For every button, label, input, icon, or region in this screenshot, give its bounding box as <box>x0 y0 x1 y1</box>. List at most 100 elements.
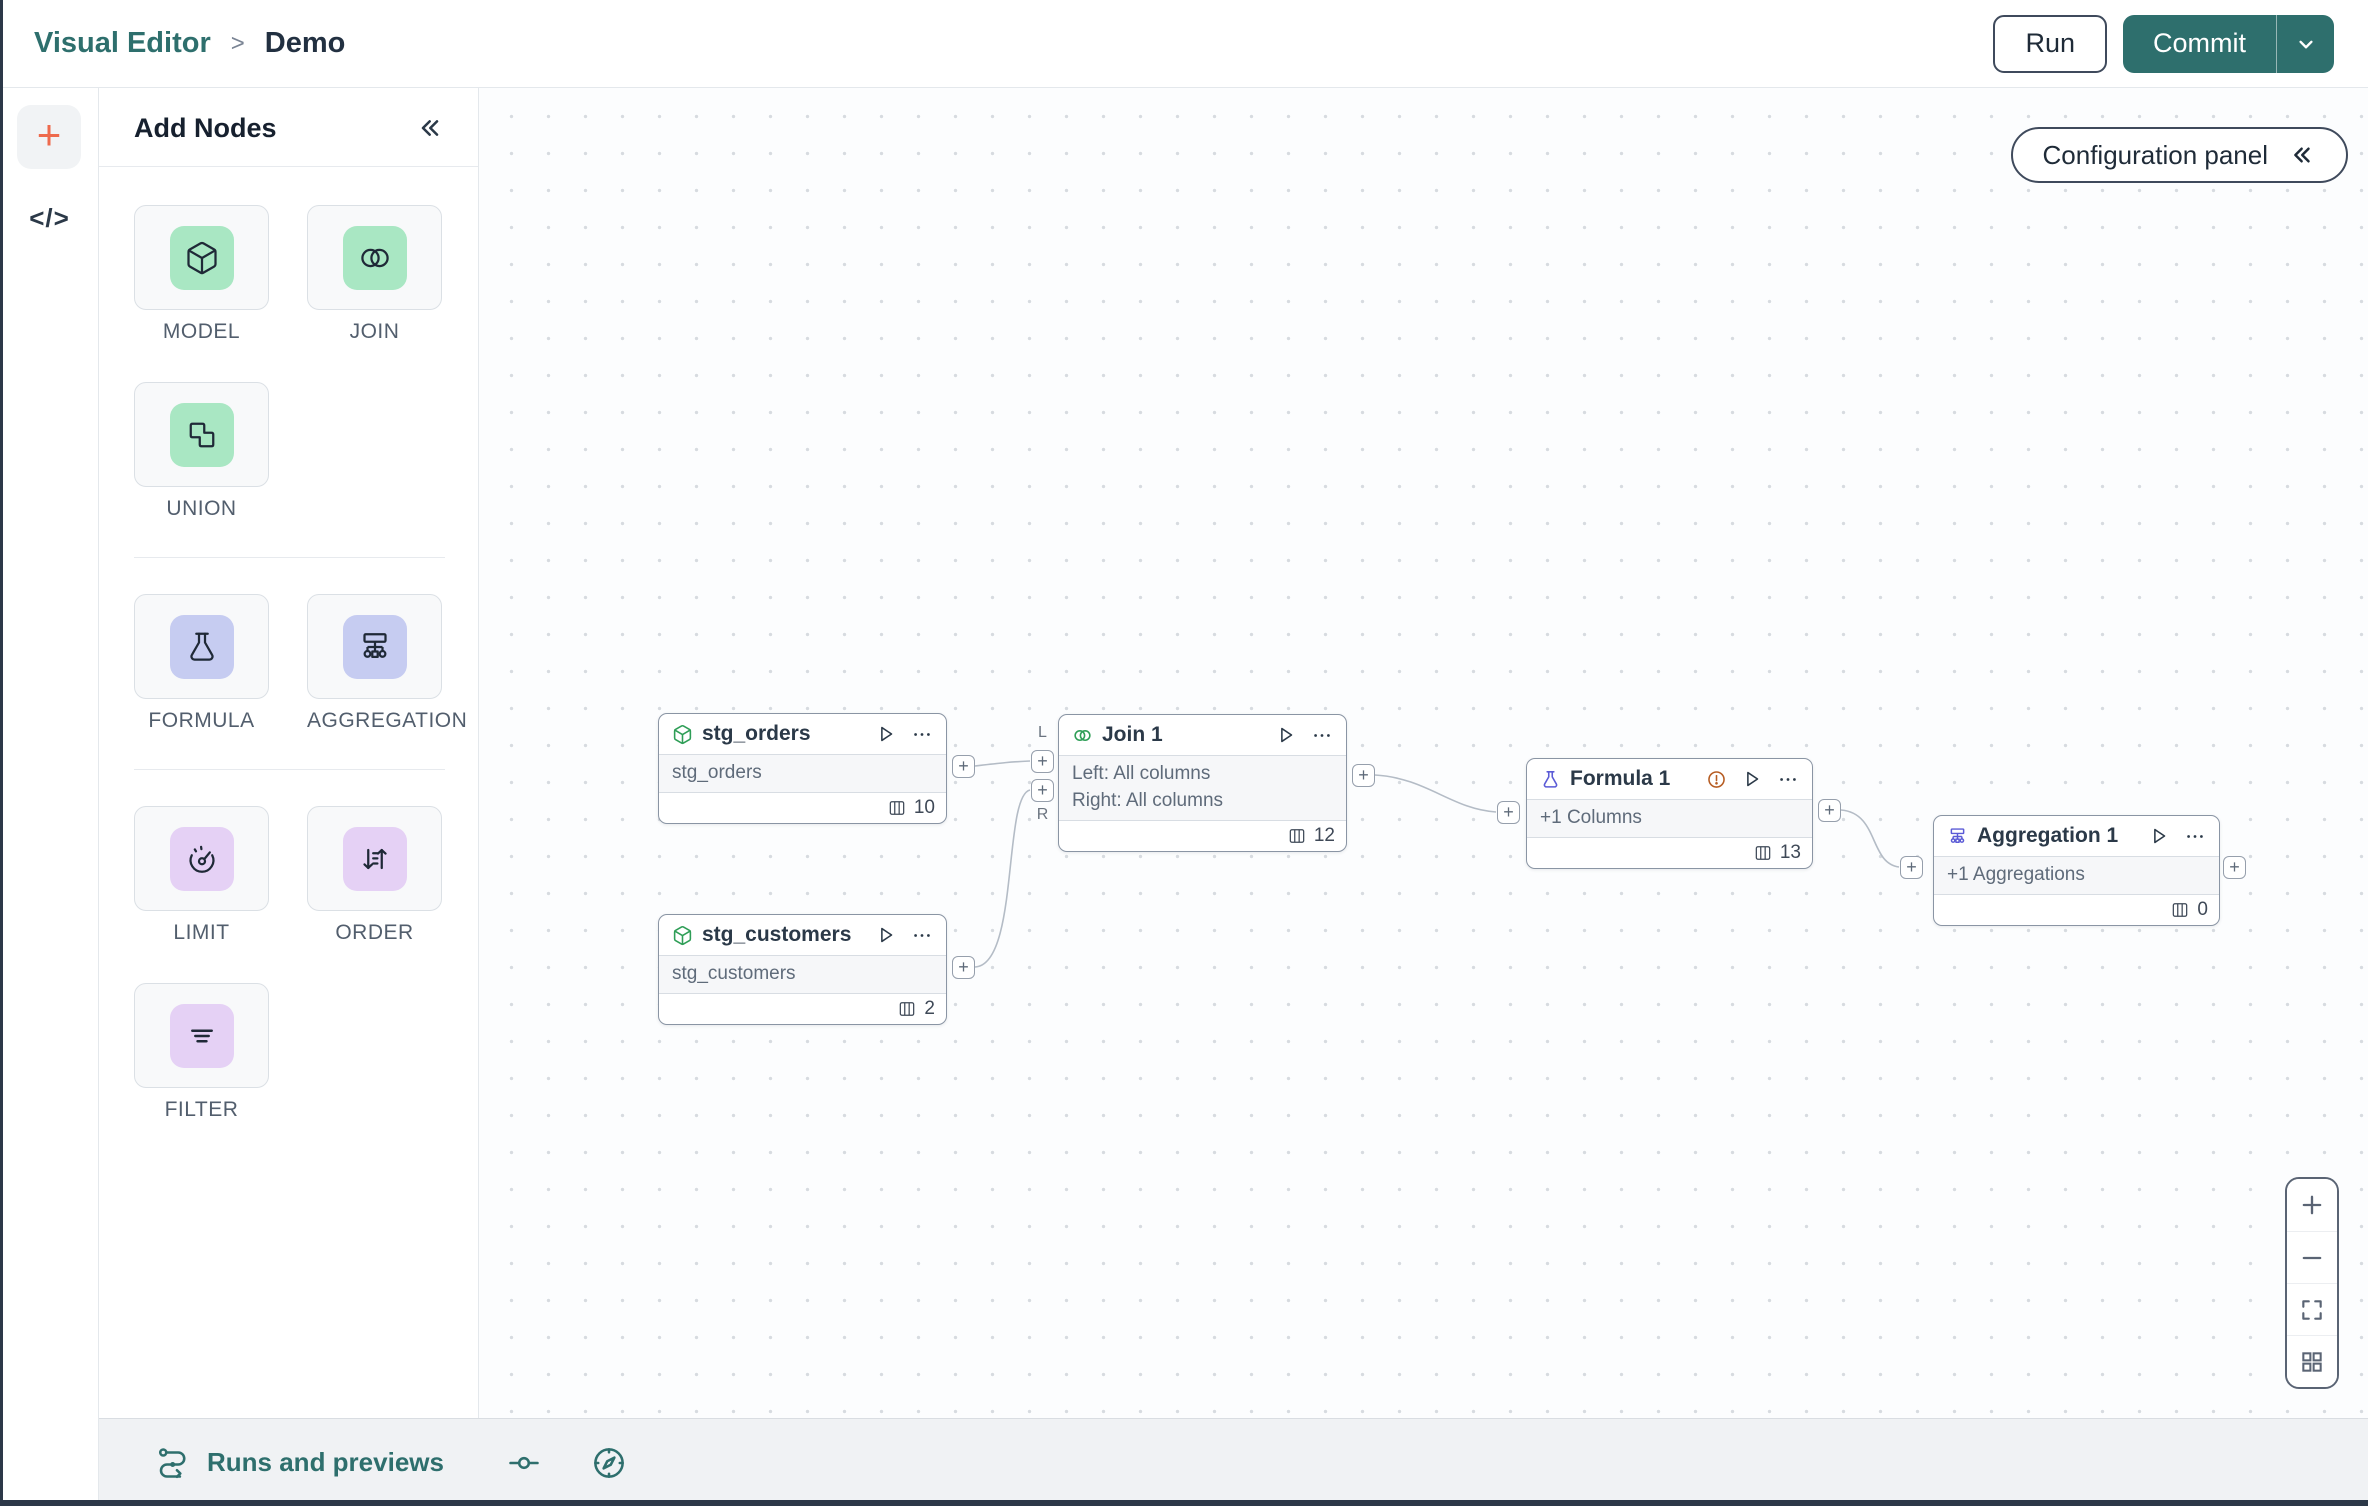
add-node-join[interactable]: JOIN <box>307 205 442 344</box>
compass-icon[interactable] <box>590 1444 628 1482</box>
play-icon[interactable] <box>1741 768 1763 790</box>
model-cube-icon <box>169 225 234 290</box>
minus-icon <box>2298 1244 2326 1272</box>
runs-and-previews-tab[interactable]: Runs and previews <box>155 1445 444 1481</box>
ellipsis-menu-icon[interactable] <box>2184 825 2206 847</box>
port-aggregation-input[interactable]: + <box>1900 856 1923 879</box>
add-nodes-rail-button[interactable]: + <box>17 105 81 169</box>
port-label-left: L <box>1038 724 1047 741</box>
play-icon[interactable] <box>1275 724 1297 746</box>
add-node-limit[interactable]: LIMIT <box>134 806 269 945</box>
tile-label: AGGREGATION <box>307 709 468 732</box>
node-body-text: +1 Columns <box>1540 807 1642 828</box>
node-body-text: Right: All columns <box>1072 790 1224 811</box>
add-nodes-panel: Add Nodes MODEL JOIN UNION FORMULA AGGRE… <box>99 88 479 1418</box>
node-title: Join 1 <box>1102 723 1163 746</box>
columns-icon <box>1753 843 1773 863</box>
port-label-right: R <box>1036 806 1049 823</box>
ellipsis-menu-icon[interactable] <box>911 723 933 745</box>
join-venn-icon <box>1072 725 1093 746</box>
fit-view-button[interactable] <box>2287 1283 2337 1335</box>
columns-count: 10 <box>913 797 935 818</box>
node-aggregation-1[interactable]: Aggregation 1 +1 Aggregations 0 <box>1933 815 2220 926</box>
zoom-in-button[interactable] <box>2287 1179 2337 1231</box>
port-join-left-input[interactable]: + <box>1031 750 1054 773</box>
node-title: stg_customers <box>702 923 852 946</box>
configuration-panel-button[interactable]: Configuration panel <box>2010 127 2348 183</box>
play-icon[interactable] <box>875 723 897 745</box>
tile-label: LIMIT <box>173 921 230 944</box>
zoom-out-button[interactable] <box>2287 1231 2337 1283</box>
left-icon-rail: + </> <box>0 88 99 1506</box>
add-node-union[interactable]: UNION <box>134 382 269 521</box>
port-join-right-input[interactable]: + <box>1031 779 1054 802</box>
tile-label: FILTER <box>164 1098 239 1121</box>
columns-icon <box>897 999 917 1019</box>
window-left-edge <box>0 0 3 1506</box>
ellipsis-menu-icon[interactable] <box>1311 724 1333 746</box>
node-stg-customers[interactable]: stg_customers stg_customers 2 <box>658 914 947 1025</box>
window-bottom-edge <box>0 1500 2368 1506</box>
commit-split-button: Commit <box>2123 14 2334 73</box>
chevrons-left-icon <box>2286 140 2316 170</box>
add-node-model[interactable]: MODEL <box>134 205 269 344</box>
node-stg-orders[interactable]: stg_orders stg_orders 10 <box>658 713 947 824</box>
port-formula-input[interactable]: + <box>1497 801 1520 824</box>
filter-lines-icon <box>169 1003 234 1068</box>
runs-and-previews-label: Runs and previews <box>207 1447 444 1477</box>
tile-label: JOIN <box>349 320 400 343</box>
tile-label: MODEL <box>162 320 241 343</box>
visual-editor-app: Visual Editor > Demo Run Commit + </> Ad… <box>0 0 2368 1506</box>
plus-icon: + <box>36 111 62 158</box>
columns-icon <box>1287 826 1307 846</box>
port-join-output[interactable]: + <box>1352 764 1375 787</box>
port-formula-output[interactable]: + <box>1818 799 1841 822</box>
breadcrumb-visual-editor[interactable]: Visual Editor <box>34 27 211 60</box>
fit-view-icon <box>2299 1297 2325 1323</box>
port-stg-customers-output[interactable]: + <box>952 956 975 979</box>
play-icon[interactable] <box>2148 825 2170 847</box>
plus-icon <box>2298 1191 2326 1219</box>
auto-layout-button[interactable] <box>2287 1335 2337 1387</box>
port-stg-orders-output[interactable]: + <box>952 755 975 778</box>
commit-dropdown-button[interactable] <box>2276 14 2334 73</box>
ellipsis-menu-icon[interactable] <box>911 924 933 946</box>
tile-label: UNION <box>166 497 237 520</box>
limit-gauge-icon <box>169 826 234 891</box>
join-venn-icon <box>342 225 407 290</box>
collapse-panel-button[interactable] <box>413 112 445 144</box>
tile-label: ORDER <box>335 921 414 944</box>
columns-icon <box>887 798 907 818</box>
commit-node-icon[interactable] <box>506 1445 542 1481</box>
model-cube-icon <box>672 724 693 745</box>
aggregation-tree-icon <box>1947 826 1968 847</box>
chevron-down-icon <box>2293 31 2319 57</box>
formula-flask-icon <box>169 614 234 679</box>
columns-count: 13 <box>1779 842 1801 863</box>
union-squares-icon <box>169 402 234 467</box>
pipeline-canvas[interactable]: Configuration panel stg_orders stg_order… <box>479 88 2368 1418</box>
add-node-filter[interactable]: FILTER <box>134 983 269 1122</box>
run-button[interactable]: Run <box>1993 14 2107 73</box>
node-body-text: stg_orders <box>672 762 762 783</box>
ellipsis-menu-icon[interactable] <box>1777 768 1799 790</box>
configuration-panel-label: Configuration panel <box>2042 139 2269 170</box>
node-join-1[interactable]: Join 1 Left: All columns Right: All colu… <box>1058 714 1347 852</box>
tile-label: FORMULA <box>148 709 255 732</box>
add-node-order[interactable]: ORDER <box>307 806 442 945</box>
breadcrumb-demo: Demo <box>264 27 346 59</box>
columns-icon <box>2170 900 2190 920</box>
code-editor-rail-button[interactable]: </> <box>0 192 99 244</box>
play-icon[interactable] <box>875 924 897 946</box>
commit-button[interactable]: Commit <box>2123 14 2276 73</box>
node-formula-1[interactable]: Formula 1 +1 Columns 13 <box>1526 758 1813 869</box>
port-aggregation-output[interactable]: + <box>2223 856 2246 879</box>
add-node-aggregation[interactable]: AGGREGATION <box>307 594 468 733</box>
add-node-formula[interactable]: FORMULA <box>134 594 269 733</box>
node-body-text: Left: All columns <box>1072 763 1211 784</box>
breadcrumb-separator: > <box>230 29 245 57</box>
model-cube-icon <box>672 925 693 946</box>
canvas-controls <box>2285 1177 2339 1389</box>
warning-icon[interactable] <box>1706 769 1727 790</box>
node-title: stg_orders <box>702 722 811 745</box>
